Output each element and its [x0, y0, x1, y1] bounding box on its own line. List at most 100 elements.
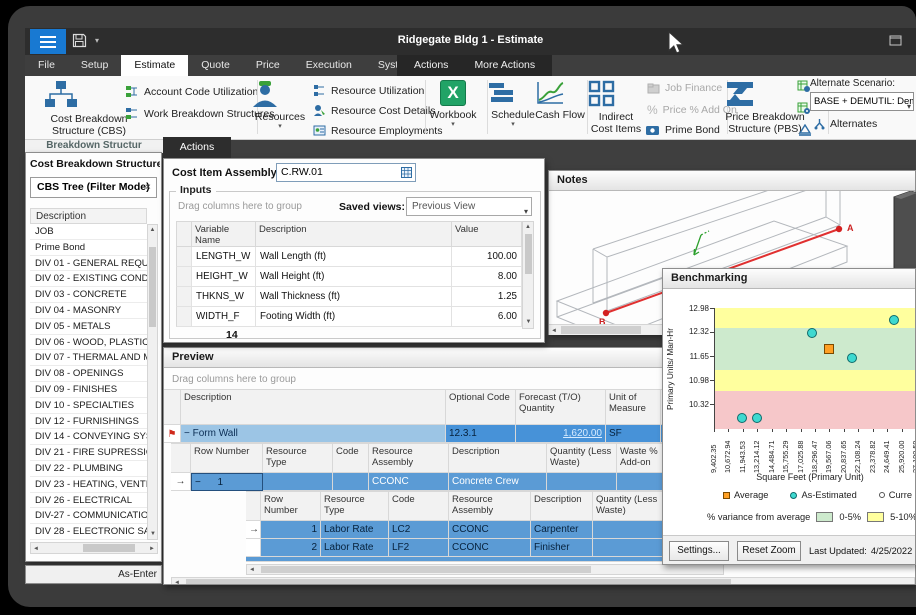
variable-name-cell[interactable]: THKNS_W — [192, 287, 256, 307]
cbs-tree-item[interactable]: DIV 01 - GENERAL REQUIRE... — [30, 256, 147, 272]
l1-column-header-waste-add-on[interactable]: Waste % Add-on — [617, 443, 665, 473]
cbs-tree-item[interactable]: DIV 02 - EXISTING CONDITI... — [30, 271, 147, 287]
variable-name-cell[interactable]: LENGTH_W — [192, 247, 256, 267]
menu-item-estimate[interactable]: Estimate — [121, 55, 188, 76]
scrollbar-thumb[interactable] — [149, 247, 156, 327]
menu-item-file[interactable]: File — [25, 55, 68, 76]
cbs-tree-item[interactable]: DIV 23 - HEATING, VENTILA... — [30, 477, 147, 493]
cash-flow-button[interactable]: Cash Flow — [535, 80, 585, 121]
crew-resource-type-cell[interactable] — [263, 473, 333, 491]
workbook-button[interactable]: X Workbook ▾ — [425, 80, 481, 128]
crew-row-number-cell[interactable]: − 1 — [191, 473, 263, 491]
l1-column-header-code[interactable]: Code — [333, 443, 369, 473]
cbs-tree-item[interactable]: DIV 21 - FIRE SUPRESSION — [30, 445, 147, 461]
cbs-button[interactable]: Cost Breakdown Structure (CBS) — [43, 80, 135, 137]
preview-column-header-description[interactable]: Description — [181, 389, 446, 425]
resource-code-cell[interactable]: LF2 — [389, 539, 449, 557]
crew-resource-assembly-cell[interactable]: CCONC — [369, 473, 449, 491]
scroll-left-icon[interactable]: ◄ — [174, 578, 180, 585]
l2-column-header-resource-assembly[interactable]: Resource Assembly — [449, 491, 531, 521]
resource-type-cell[interactable]: Labor Rate — [321, 521, 389, 539]
description-cell[interactable]: Wall Length (ft) — [256, 247, 452, 267]
resource-type-cell[interactable]: Labor Rate — [321, 539, 389, 557]
form-wall-row[interactable]: − Form Wall — [181, 425, 446, 443]
alternates-button[interactable]: Alternates — [814, 118, 877, 130]
optional-code-cell[interactable]: 12.3.1 — [446, 425, 516, 443]
scrollbar-thumb[interactable] — [261, 566, 591, 573]
menu-item-more-actions[interactable]: More Actions — [461, 55, 548, 76]
prime-bond-button[interactable]: Prime Bond — [645, 124, 720, 136]
description-cell[interactable]: Footing Width (ft) — [256, 307, 452, 327]
inputs-column-header-value[interactable]: Value — [452, 221, 522, 247]
outer-horizontal-scrollbar[interactable]: ◄ — [171, 577, 915, 585]
preview-column-header-forecast-t-o-quantity[interactable]: Forecast (T/O) Quantity — [516, 389, 606, 425]
scroll-left-icon[interactable]: ◄ — [33, 544, 39, 554]
cbs-tree-item[interactable]: DIV 05 - METALS — [30, 319, 147, 335]
actions-tab[interactable]: Actions — [163, 137, 231, 158]
resource-row-number-cell[interactable]: 2 — [261, 539, 321, 557]
scroll-down-icon[interactable]: ▼ — [150, 529, 156, 539]
l1-column-header-resource-type[interactable]: Resource Type — [263, 443, 333, 473]
resource-utilization-button[interactable]: Resource Utilization — [313, 84, 424, 97]
cbs-tree-item[interactable]: DIV 26 - ELECTRICAL — [30, 493, 147, 509]
l1-column-header-resource-assembly[interactable]: Resource Assembly — [369, 443, 449, 473]
inputs-column-header-description[interactable]: Description — [256, 221, 452, 247]
menu-item-execution[interactable]: Execution — [293, 55, 365, 76]
reset-zoom-button[interactable]: Reset Zoom — [737, 541, 801, 561]
assembly-picker-icon[interactable] — [401, 167, 412, 178]
l2-column-header-description[interactable]: Description — [531, 491, 593, 521]
l2-column-header-code[interactable]: Code — [389, 491, 449, 521]
resources-button[interactable]: Resources ▾ — [250, 80, 310, 130]
variable-name-cell[interactable]: WIDTH_F — [192, 307, 256, 327]
indirect-cost-items-button[interactable]: Indirect Cost Items — [588, 80, 644, 135]
crew-quantity-cell[interactable] — [547, 473, 617, 491]
resource-assembly-cell[interactable]: CCONC — [449, 539, 531, 557]
l2-column-header-row-number[interactable]: Row Number — [261, 491, 321, 521]
menu-item-price[interactable]: Price — [243, 55, 293, 76]
pbs-mini-tool-2[interactable] — [797, 102, 811, 115]
unit-of-measure-cell[interactable]: SF — [606, 425, 661, 443]
cbs-tree-item[interactable]: DIV 09 - FINISHES — [30, 382, 147, 398]
window-restore-icon[interactable] — [889, 35, 902, 46]
l1-column-header-row-number[interactable]: Row Number — [191, 443, 263, 473]
schedule-button[interactable]: Schedule ▾ — [487, 80, 539, 128]
scroll-up-icon[interactable]: ▲ — [148, 225, 157, 235]
resource-cost-details-button[interactable]: Resource Cost Details — [313, 104, 435, 117]
l2-column-header-resource-type[interactable]: Resource Type — [321, 491, 389, 521]
l1-column-header-quantity-less-waste[interactable]: Quantity (Less Waste) — [547, 443, 617, 473]
cbs-horizontal-scrollbar[interactable]: ◄ ► — [30, 542, 158, 554]
cbs-tree-item[interactable]: DIV 06 - WOOD, PLASTICS a... — [30, 335, 147, 351]
account-code-utilization-button[interactable]: Account Code Utilization — [125, 85, 258, 98]
cbs-tree-item[interactable]: DIV 07 - THERMAL AND MOI... — [30, 350, 147, 366]
cbs-tree-item[interactable]: DIV 22 - PLUMBING — [30, 461, 147, 477]
cbs-tree-item[interactable]: DIV 14 - CONVEYING SYSTEMS — [30, 429, 147, 445]
scroll-right-icon[interactable]: ► — [149, 544, 155, 554]
alternate-scenario-select[interactable]: BASE + DEMUTIL: Dem... ▾ — [810, 92, 914, 111]
cbs-tree-item[interactable]: DIV 10 - SPECIALTIES — [30, 398, 147, 414]
forecast-quantity-link[interactable]: 1,620.00 — [516, 425, 606, 443]
l2-column-header-quantity-less-waste[interactable]: Quantity (Less Waste) — [593, 491, 665, 521]
pbs-mini-tool-1[interactable] — [797, 80, 811, 93]
preview-column-header-unit-of-measure[interactable]: Unit of Measure — [606, 389, 661, 425]
value-cell[interactable]: 100.00 — [452, 247, 522, 267]
cbs-vertical-scrollbar[interactable]: ▲ ▼ — [147, 224, 158, 540]
variable-name-cell[interactable]: HEIGHT_W — [192, 267, 256, 287]
cbs-tree-item[interactable]: DIV 12 - FURNISHINGS — [30, 414, 147, 430]
resource-row-number-cell[interactable]: 1 — [261, 521, 321, 539]
scroll-up-icon[interactable]: ▲ — [523, 222, 533, 232]
cbs-description-column-header[interactable]: Description — [30, 208, 147, 224]
value-cell[interactable]: 6.00 — [452, 307, 522, 327]
pbs-mini-tool-3[interactable] — [798, 124, 812, 136]
menu-item-quote[interactable]: Quote — [188, 55, 243, 76]
scroll-left-icon[interactable]: ◄ — [249, 565, 255, 575]
description-cell[interactable]: Wall Height (ft) — [256, 267, 452, 287]
inputs-column-header-variable-name[interactable]: Variable Name — [192, 221, 256, 247]
preview-column-header-optional-code[interactable]: Optional Code — [446, 389, 516, 425]
cbs-tree-item[interactable]: DIV-27 - COMMUNICATIONS — [30, 508, 147, 524]
menu-item-setup[interactable]: Setup — [68, 55, 121, 76]
cbs-tree-item[interactable]: DIV 08 - OPENINGS — [30, 366, 147, 382]
scrollbar-thumb[interactable] — [525, 234, 532, 274]
pbs-button[interactable]: Price Breakdown Structure (PBS) — [723, 80, 807, 135]
settings-button[interactable]: Settings... — [669, 541, 729, 561]
value-cell[interactable]: 1.25 — [452, 287, 522, 307]
